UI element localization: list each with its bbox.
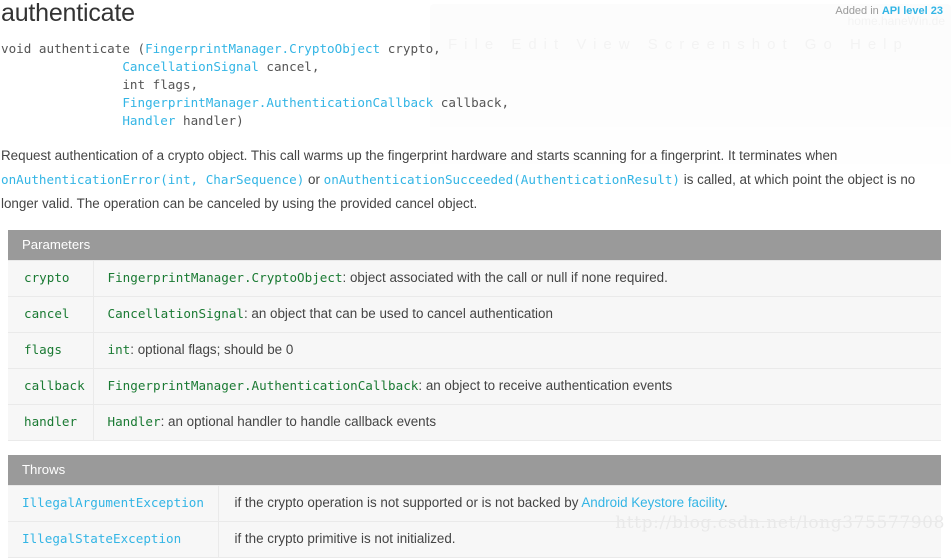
parameter-name: handler	[8, 404, 94, 441]
api-level-prefix: Added in	[835, 5, 882, 17]
throws-table: Throws IllegalArgumentException if the cr…	[8, 455, 941, 558]
signature-text	[1, 95, 122, 110]
signature-text: callback,	[433, 95, 510, 110]
api-level-link[interactable]: API level 23	[882, 5, 943, 17]
parameters-table-header-row: Parameters	[8, 230, 941, 261]
parameter-type: int	[107, 342, 131, 357]
parameter-description: FingerprintManager.CryptoObject: object …	[92, 260, 941, 297]
parameter-description: Handler: an optional handler to handle c…	[92, 404, 941, 441]
throws-description: if the crypto operation is not supported…	[217, 485, 941, 522]
parameter-description: FingerprintManager.AuthenticationCallbac…	[92, 368, 941, 405]
description-text-2: or	[304, 172, 324, 187]
parameter-type: FingerprintManager.AuthenticationCallbac…	[107, 378, 419, 393]
parameter-name: cancel	[8, 296, 94, 333]
parameter-type: CancellationSignal	[107, 306, 244, 321]
signature-text: handler)	[175, 113, 244, 128]
signature-type-link[interactable]: FingerprintManager.AuthenticationCallbac…	[122, 95, 433, 110]
throws-exception-name: IllegalArgumentException	[8, 485, 219, 522]
parameter-type: FingerprintManager.CryptoObject	[107, 270, 343, 285]
throws-table-body: IllegalArgumentException if the crypto op…	[8, 485, 941, 558]
method-signature: void authenticate (FingerprintManager.Cr…	[0, 40, 951, 130]
signature-text	[1, 59, 122, 74]
table-row: handler Handler: an optional handler to h…	[8, 404, 941, 441]
signature-text: void authenticate (	[1, 41, 146, 56]
signature-text: int flags,	[1, 77, 199, 92]
signature-text: cancel,	[258, 59, 320, 74]
parameter-name: flags	[8, 332, 94, 369]
throws-description: if the crypto primitive is not initializ…	[217, 521, 941, 558]
api-level-annotation: Added in API level 23	[835, 4, 943, 18]
signature-type-link[interactable]: FingerprintManager.CryptoObject	[145, 41, 380, 56]
parameter-description: int: optional flags; should be 0	[92, 332, 941, 369]
table-row: flags int: optional flags; should be 0	[8, 332, 941, 369]
description-link-onAuthenticationError[interactable]: onAuthenticationError(int, CharSequence)	[1, 172, 304, 187]
parameter-type: Handler	[107, 414, 161, 429]
throws-description-link[interactable]: Android Keystore facility	[581, 495, 724, 510]
signature-type-link[interactable]: Handler	[122, 113, 175, 128]
throws-exception-name: IllegalStateException	[8, 521, 219, 558]
table-row: IllegalArgumentException if the crypto op…	[8, 485, 941, 522]
signature-text	[1, 113, 122, 128]
api-reference-page: Added in API level 23 authenticate void …	[0, 0, 951, 558]
table-row: IllegalStateException if the crypto primi…	[8, 521, 941, 558]
table-row: callback FingerprintManager.Authenticatio…	[8, 368, 941, 405]
description-link-onAuthenticationSucceeded[interactable]: onAuthenticationSucceeded(Authentication…	[324, 172, 680, 187]
throws-exception-link[interactable]: IllegalStateException	[22, 531, 181, 546]
table-row: cancel CancellationSignal: an object that…	[8, 296, 941, 333]
signature-text: crypto,	[380, 41, 441, 56]
throws-table-header-row: Throws	[8, 455, 941, 486]
throws-table-title: Throws	[8, 455, 941, 486]
description-text-1: Request authentication of a crypto objec…	[1, 148, 838, 163]
signature-type-link[interactable]: CancellationSignal	[122, 59, 258, 74]
parameters-table-body: crypto FingerprintManager.CryptoObject: o…	[8, 260, 941, 441]
parameter-description: CancellationSignal: an object that can b…	[92, 296, 941, 333]
page-title: authenticate	[1, 0, 135, 27]
throws-exception-link[interactable]: IllegalArgumentException	[22, 495, 204, 510]
table-row: crypto FingerprintManager.CryptoObject: o…	[8, 260, 941, 297]
parameters-table: Parameters crypto FingerprintManager.Cryp…	[8, 230, 941, 441]
parameter-name: callback	[8, 368, 94, 405]
parameter-name: crypto	[8, 260, 94, 297]
parameters-table-title: Parameters	[8, 230, 941, 261]
method-description: Request authentication of a crypto objec…	[0, 144, 951, 216]
